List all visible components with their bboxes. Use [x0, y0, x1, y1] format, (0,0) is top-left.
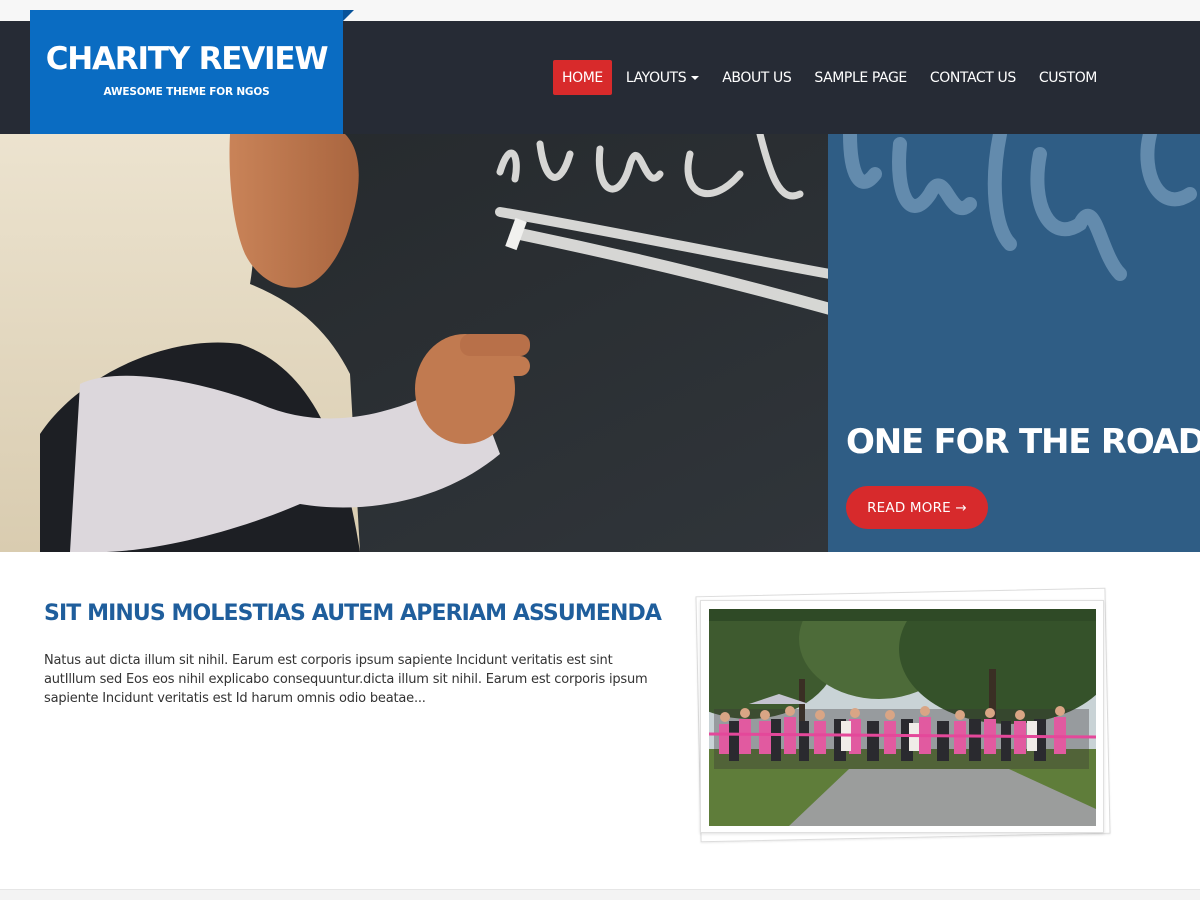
nav-item-about-us[interactable]: ABOUT US: [713, 60, 800, 95]
nav-item-contact-us[interactable]: CONTACT US: [921, 60, 1025, 95]
hero-slide-title[interactable]: ONE FOR THE ROAD...: [846, 420, 1200, 464]
nav-item-label: LAYOUTS: [625, 69, 687, 86]
hero-slider: ONE FOR THE ROAD... READ MORE →: [0, 134, 1200, 552]
site-tagline: AWESOME THEME FOR NGOS: [103, 86, 270, 98]
logo-fold-decoration: [343, 10, 354, 21]
content-area: SIT MINUS MOLESTIAS AUTEM APERIAM ASSUME…: [0, 552, 1200, 890]
read-more-button[interactable]: READ MORE →: [846, 486, 988, 529]
post-featured-image[interactable]: [700, 600, 1104, 833]
footer-divider: [0, 889, 1200, 900]
nav-item-label: CONTACT US: [929, 69, 1016, 86]
post-excerpt: Natus aut dicta illum sit nihil. Earum e…: [44, 653, 648, 706]
nav-item-sample-page[interactable]: SAMPLE PAGE: [805, 60, 916, 95]
nav-item-custom[interactable]: CUSTOM: [1030, 60, 1106, 95]
nav-item-label: ABOUT US: [722, 69, 792, 86]
site-title[interactable]: CHARITY REVIEW: [30, 39, 343, 79]
nav-item-home[interactable]: HOME: [553, 60, 612, 95]
hero-image: [0, 134, 1200, 552]
nav-item-label: CUSTOM: [1038, 69, 1098, 86]
post-title[interactable]: SIT MINUS MOLESTIAS AUTEM APERIAM ASSUME…: [44, 598, 662, 630]
nav-item-label: HOME: [562, 69, 603, 86]
site-logo[interactable]: CHARITY REVIEW AWESOME THEME FOR NGOS: [30, 10, 343, 134]
main-navigation: HOME LAYOUTS ABOUT US SAMPLE PAGE CONTAC…: [553, 60, 1111, 95]
caret-down-icon: [691, 75, 700, 80]
crowd-photo: [709, 609, 1096, 826]
nav-item-label: SAMPLE PAGE: [814, 69, 907, 86]
nav-item-layouts[interactable]: LAYOUTS: [617, 60, 708, 95]
